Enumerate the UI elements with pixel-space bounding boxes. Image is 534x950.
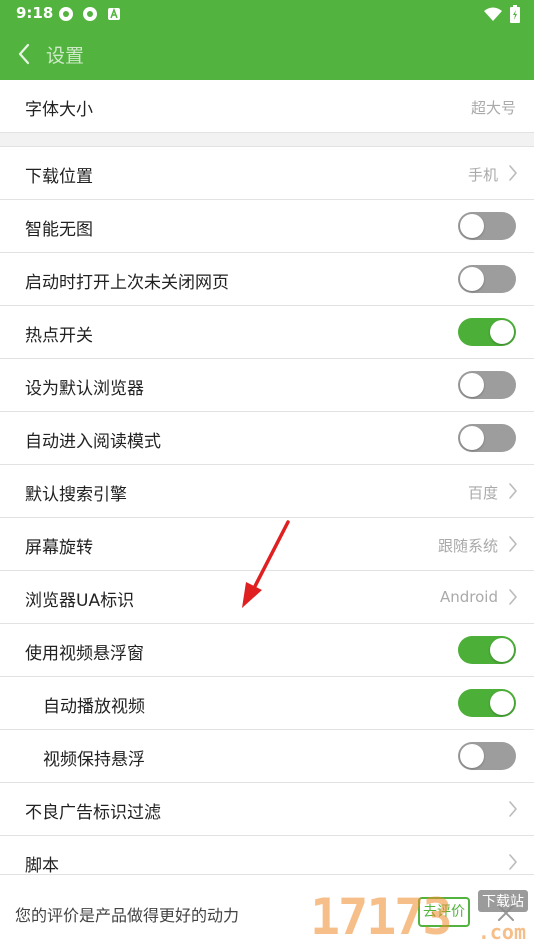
toggle-knob (490, 320, 514, 344)
settings-list: 字体大小 超大号 下载位置 手机智能无图启动时打开上次未关闭网页 热点开关设为默认浏… (0, 80, 534, 889)
browser-notification-icon (82, 6, 98, 22)
setting-value: 百度 (467, 484, 498, 502)
toggle-switch[interactable] (458, 636, 516, 664)
setting-row[interactable]: 智能无图 (0, 200, 534, 253)
toggle-switch[interactable] (458, 371, 516, 399)
setting-label: 不良广告标识过滤 (25, 803, 161, 823)
setting-value: 跟随系统 (437, 537, 498, 555)
toggle-knob (460, 373, 484, 397)
rating-prompt: 您的评价是产品做得更好的动力 (15, 906, 240, 925)
watermark-tag: 下载站 (478, 890, 528, 912)
toggle-knob (490, 691, 514, 715)
chevron-right-icon (508, 535, 518, 553)
setting-row[interactable]: 默认搜索引擎 百度 (0, 465, 534, 518)
setting-row[interactable]: 下载位置 手机 (0, 147, 534, 200)
setting-row[interactable]: 不良广告标识过滤 (0, 783, 534, 836)
setting-value: 手机 (467, 166, 498, 184)
setting-label: 默认搜索引擎 (25, 485, 127, 505)
setting-label: 使用视频悬浮窗 (25, 644, 144, 664)
chevron-right-icon (508, 800, 518, 818)
toggle-knob (490, 638, 514, 662)
chevron-right-icon (508, 588, 518, 606)
section-divider (0, 133, 534, 147)
setting-label: 视频保持悬浮 (43, 750, 145, 770)
toggle-knob (460, 744, 484, 768)
page-title: 设置 (46, 45, 85, 67)
wifi-icon (484, 7, 502, 25)
setting-label: 自动进入阅读模式 (25, 432, 161, 452)
notification-icons (58, 6, 122, 22)
toggle-switch[interactable] (458, 689, 516, 717)
setting-row[interactable]: 自动进入阅读模式 (0, 412, 534, 465)
watermark-number: 17173 (310, 888, 453, 946)
system-icons (484, 5, 520, 27)
setting-row[interactable]: 视频保持悬浮 (0, 730, 534, 783)
toggle-switch[interactable] (458, 318, 516, 346)
toggle-knob (460, 214, 484, 238)
toggle-knob (460, 267, 484, 291)
setting-label: 脚本 (25, 856, 59, 876)
status-time: 9:18 (16, 4, 54, 22)
setting-row[interactable]: 热点开关 (0, 306, 534, 359)
chevron-right-icon (508, 164, 518, 182)
toggle-switch[interactable] (458, 742, 516, 770)
setting-label: 设为默认浏览器 (25, 379, 144, 399)
setting-label: 热点开关 (25, 326, 93, 346)
setting-label: 屏幕旋转 (25, 538, 93, 558)
toggle-switch[interactable] (458, 212, 516, 240)
battery-icon (510, 5, 520, 27)
setting-label: 浏览器UA标识 (25, 591, 135, 611)
chevron-right-icon (508, 853, 518, 871)
setting-row[interactable]: 启动时打开上次未关闭网页 (0, 253, 534, 306)
app-bar: 设置 (0, 28, 534, 80)
setting-label: 字体大小 (25, 100, 93, 120)
setting-label: 自动播放视频 (43, 697, 145, 717)
watermark-domain: .com (477, 920, 526, 944)
setting-row[interactable]: 使用视频悬浮窗 (0, 624, 534, 677)
setting-label: 启动时打开上次未关闭网页 (25, 273, 229, 293)
setting-label: 下载位置 (25, 167, 93, 187)
setting-font-size[interactable]: 字体大小 超大号 (0, 80, 534, 133)
setting-value: 超大号 (470, 99, 516, 117)
setting-label: 智能无图 (25, 220, 93, 240)
setting-value: Android (440, 588, 498, 606)
status-bar: 9:18 (0, 0, 534, 28)
browser-notification-icon (58, 6, 74, 22)
chevron-right-icon (508, 482, 518, 500)
toggle-switch[interactable] (458, 424, 516, 452)
a-notification-icon (106, 6, 122, 22)
toggle-switch[interactable] (458, 265, 516, 293)
setting-row[interactable]: 设为默认浏览器 (0, 359, 534, 412)
back-arrow-icon[interactable] (14, 41, 36, 67)
annotation-arrow (242, 520, 290, 608)
toggle-knob (460, 426, 484, 450)
watermark-logo: 17173 下载站 .com (310, 888, 534, 948)
setting-row[interactable]: 自动播放视频 (0, 677, 534, 730)
